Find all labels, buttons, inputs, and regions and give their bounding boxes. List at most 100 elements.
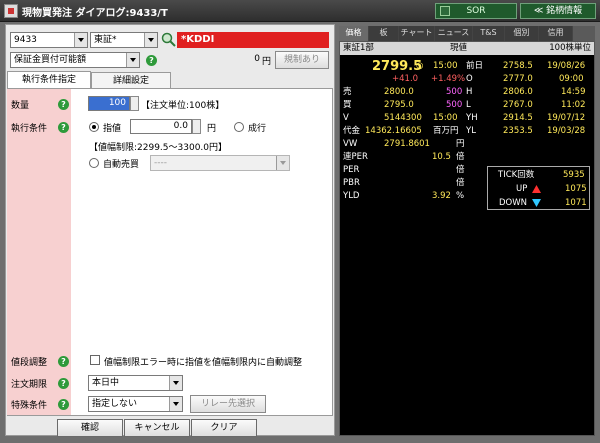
cons-per-label: 連PER: [343, 152, 368, 162]
low-time: 11:02: [561, 100, 586, 110]
regulation-button[interactable]: 規制あり: [275, 51, 329, 69]
tab-individual[interactable]: 個別: [505, 26, 539, 41]
limit-price-input[interactable]: 0.0: [130, 119, 192, 134]
help-icon[interactable]: ?: [146, 55, 157, 66]
chevron-down-icon[interactable]: [276, 156, 289, 170]
search-icon[interactable]: [161, 32, 176, 47]
stock-code-value: 9433: [14, 35, 37, 45]
high-time: 14:59: [561, 87, 586, 97]
ask-qty: 500: [446, 87, 463, 97]
yield-unit: %: [456, 191, 465, 201]
cons-per-value: 10.5: [432, 152, 451, 162]
tick-count-value: 5935: [563, 170, 585, 180]
per-unit: 倍: [456, 165, 465, 175]
chevron-down-icon[interactable]: [74, 33, 87, 47]
stock-name-banner: *KDDI: [177, 32, 329, 48]
prev-close-label: 前日: [466, 61, 484, 71]
auto-adjust-text: 値幅制限エラー時に指値を値幅制限内に自動調整: [104, 358, 303, 368]
limit-price-stepper[interactable]: [192, 119, 201, 134]
price-mark: ○: [416, 61, 424, 71]
cancel-button[interactable]: キャンセル: [124, 419, 190, 437]
prev-close-price: 2758.5: [503, 61, 533, 71]
bid-price: 2795.0: [384, 100, 414, 110]
order-period-combo[interactable]: 本日中: [88, 375, 183, 391]
buying-power-unit: 円: [262, 57, 272, 67]
turnover-label: 代金: [343, 126, 361, 136]
quantity-stepper[interactable]: [130, 96, 139, 111]
year-high-price: 2914.5: [503, 113, 533, 123]
exchange-label: 東証1部: [343, 43, 374, 53]
account-type-combo[interactable]: 保証金買付可能額: [10, 52, 140, 68]
vwap-label: VW: [343, 139, 358, 149]
volume-label: V: [343, 113, 349, 123]
tab-time-and-sales[interactable]: T&S: [473, 26, 505, 41]
chevron-down-icon[interactable]: [169, 397, 182, 411]
current-price-label: 現値: [450, 43, 468, 53]
limit-order-radio[interactable]: [89, 122, 99, 132]
prev-close-date: 19/08/26: [547, 61, 586, 71]
tab-news[interactable]: ニュース: [435, 26, 473, 41]
price-change-pct: +1.49%: [431, 74, 466, 84]
quantity-input[interactable]: 100: [88, 96, 130, 111]
help-icon[interactable]: ?: [58, 122, 69, 133]
chevron-down-icon[interactable]: [144, 33, 157, 47]
year-high-date: 19/07/12: [547, 113, 586, 123]
volume-value: 5144300: [384, 113, 422, 123]
special-condition-label: 特殊条件: [11, 401, 48, 411]
auto-trade-label: 自動売買: [103, 160, 140, 170]
yield-label: YLD: [343, 191, 360, 201]
help-icon[interactable]: ?: [58, 99, 69, 110]
tab-execution-conditions[interactable]: 執行条件指定: [7, 71, 91, 89]
quote-tabs: 価格 板 チャート ニュース T&S 個別 信用: [339, 26, 595, 41]
tick-count-label: TICK回数: [498, 170, 535, 180]
tab-chart[interactable]: チャート: [399, 26, 435, 41]
open-price: 2777.0: [503, 74, 533, 84]
sor-toggle[interactable]: SOR: [435, 3, 517, 19]
per-label: PER: [343, 165, 360, 175]
auto-trade-combo[interactable]: ----: [150, 155, 290, 171]
price-limit-range: 【値幅制限:2299.5〜3300.0円】: [89, 143, 228, 153]
help-icon[interactable]: ?: [58, 356, 69, 367]
price-time: 15:00: [433, 61, 458, 71]
year-low-label: YL: [466, 126, 476, 136]
pbr-label: PBR: [343, 178, 360, 188]
open-time: 09:00: [559, 74, 584, 84]
buying-power-value: 0: [254, 54, 260, 64]
price-adjust-label: 値段調整: [11, 358, 48, 368]
vwap-value: 2791.8601: [384, 139, 430, 149]
down-value: 1071: [565, 198, 587, 208]
order-period-value: 本日中: [92, 378, 120, 388]
down-triangle-icon: [532, 199, 541, 207]
help-icon[interactable]: ?: [58, 378, 69, 389]
bid-qty: 500: [446, 100, 463, 110]
special-condition-combo[interactable]: 指定しない: [88, 396, 183, 412]
help-icon[interactable]: ?: [58, 399, 69, 410]
tab-price[interactable]: 価格: [339, 26, 369, 41]
tab-detail-settings[interactable]: 詳細設定: [91, 72, 171, 89]
auto-trade-value: ----: [154, 158, 167, 168]
confirm-button[interactable]: 確認: [57, 419, 123, 437]
market-order-label: 成行: [248, 124, 267, 134]
clear-button[interactable]: クリア: [191, 419, 257, 437]
chevron-down-icon[interactable]: [169, 376, 182, 390]
relay-select-button[interactable]: リレー先選択: [190, 395, 266, 413]
quantity-label: 数量: [11, 101, 30, 111]
tab-margin[interactable]: 信用: [539, 26, 573, 41]
auto-trade-radio[interactable]: [89, 158, 99, 168]
market-order-radio[interactable]: [234, 122, 244, 132]
sor-checkbox-icon[interactable]: [440, 6, 450, 16]
ask-label: 売: [343, 87, 352, 97]
market-value: 東証*: [94, 35, 117, 45]
stock-code-combo[interactable]: 9433: [10, 32, 88, 48]
app-icon: [4, 4, 18, 18]
sor-label: SOR: [466, 6, 486, 16]
chevron-down-icon[interactable]: [126, 53, 139, 67]
stock-info-button[interactable]: ≪ 銘柄情報: [520, 3, 596, 19]
low-price: 2767.0: [503, 100, 533, 110]
market-combo[interactable]: 東証*: [90, 32, 158, 48]
execution-condition-label: 執行条件: [11, 124, 48, 134]
down-label: DOWN: [499, 198, 527, 208]
tab-board[interactable]: 板: [369, 26, 399, 41]
year-low-price: 2353.5: [503, 126, 533, 136]
auto-adjust-checkbox[interactable]: [90, 355, 100, 365]
